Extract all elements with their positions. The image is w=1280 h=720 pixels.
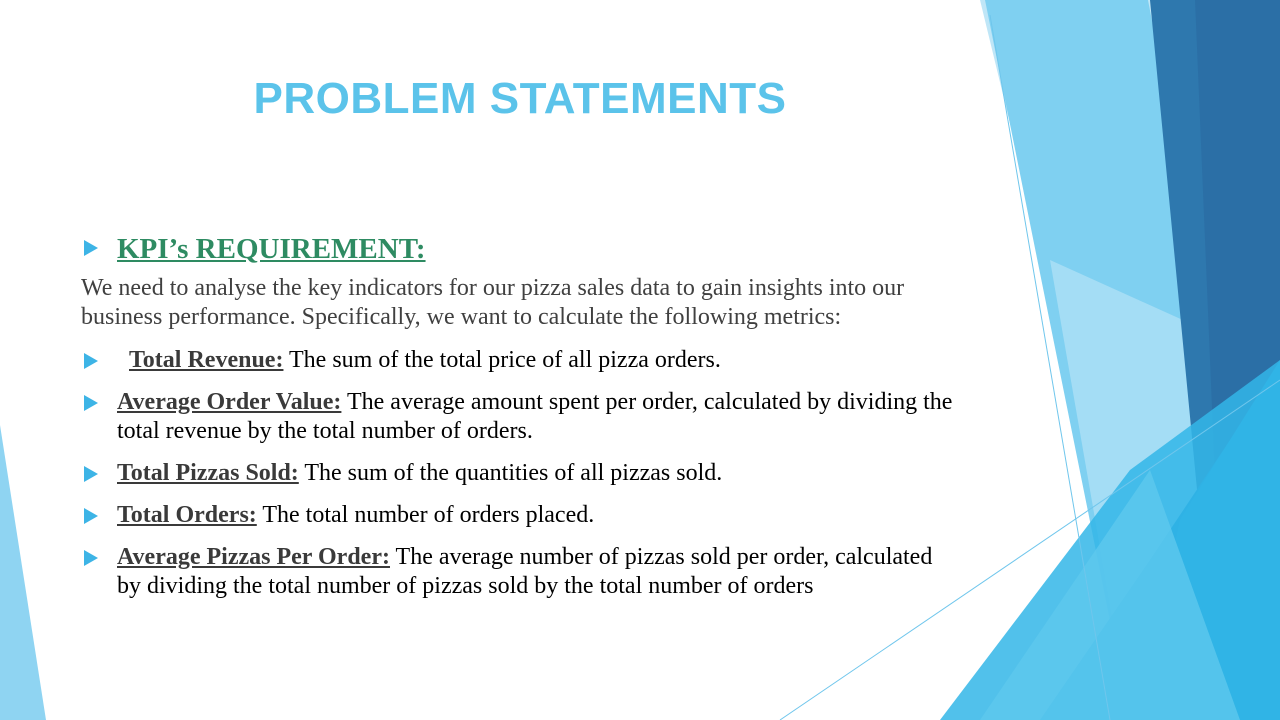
kpi-description: The total number of orders placed. [256, 502, 595, 528]
intro-paragraph: We need to analyse the key indicators fo… [81, 275, 905, 330]
kpi-label: Average Order Value: [117, 389, 342, 415]
list-item: Total Orders: The total number of orders… [81, 501, 961, 530]
triangle-bullet-icon [84, 508, 98, 524]
kpi-description: The sum of the quantities of all pizzas … [298, 460, 723, 486]
slide-title: PROBLEM STATEMENTS [253, 74, 787, 123]
list-item: Total Revenue: The sum of the total pric… [81, 346, 961, 375]
triangle-bullet-icon [84, 353, 98, 369]
slide: PROBLEM STATEMENTS KPI’s REQUIREMENT: We… [0, 0, 1280, 720]
section-heading-row: KPI’s REQUIREMENT: [81, 230, 961, 268]
triangle-bullet-icon [84, 550, 98, 566]
kpi-label: Total Revenue: [129, 347, 284, 373]
list-item: Average Order Value: The average amount … [81, 388, 961, 446]
kpi-label: Total Orders: [117, 502, 257, 528]
kpi-label: Total Pizzas Sold: [117, 460, 299, 486]
content-body: KPI’s REQUIREMENT: We need to analyse th… [81, 230, 961, 614]
list-item: Average Pizzas Per Order: The average nu… [81, 543, 961, 601]
triangle-bullet-icon [84, 466, 98, 482]
kpi-label: Average Pizzas Per Order: [117, 544, 390, 570]
kpi-description: The sum of the total price of all pizza … [283, 347, 721, 373]
triangle-bullet-icon [84, 240, 98, 256]
section-heading: KPI’s REQUIREMENT: [117, 233, 426, 265]
triangle-bullet-icon [84, 395, 98, 411]
list-item: Total Pizzas Sold: The sum of the quanti… [81, 459, 961, 488]
